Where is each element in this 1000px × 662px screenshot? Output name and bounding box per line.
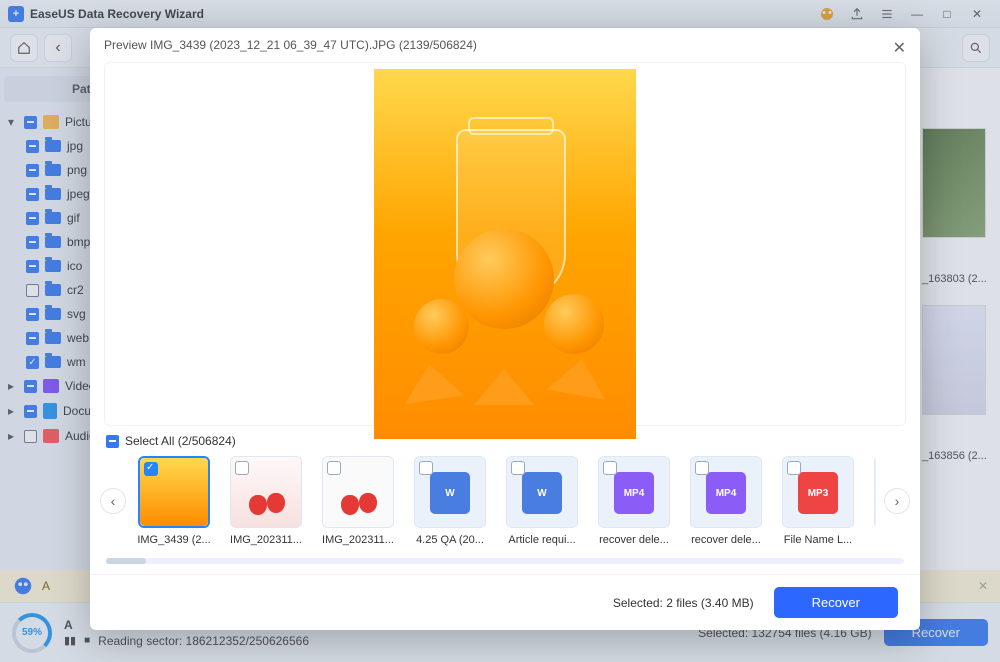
strip-thumbnail: MP4: [598, 456, 670, 528]
strip-label: 4.25 QA (20...: [410, 534, 490, 546]
thumbnail-strip: ‹ IMG_3439 (2... IMG_202311... IMG_202311.…: [90, 456, 920, 552]
strip-label: Article requi...: [502, 534, 582, 546]
strip-thumbnail: W: [414, 456, 486, 528]
strip-item[interactable]: MP3 File Name L...: [778, 456, 858, 546]
strip-item[interactable]: MP3 File Name L...: [870, 456, 876, 546]
strip-thumbnail: MP4: [690, 456, 762, 528]
modal-close-button[interactable]: ✕: [893, 38, 906, 58]
mp4-icon: MP4: [614, 472, 654, 514]
strip-checkbox[interactable]: [787, 461, 801, 475]
strip-label: recover dele...: [686, 534, 766, 546]
strip-checkbox[interactable]: [327, 461, 341, 475]
strip-item[interactable]: IMG_3439 (2...: [134, 456, 214, 546]
mp3-icon: MP3: [798, 472, 838, 514]
strip-checkbox[interactable]: [144, 462, 158, 476]
preview-area: [104, 62, 906, 426]
word-icon: W: [430, 472, 470, 514]
strip-thumbnail: W: [506, 456, 578, 528]
preview-modal: Preview IMG_3439 (2023_12_21 06_39_47 UT…: [90, 28, 920, 630]
strip-item[interactable]: IMG_202311...: [226, 456, 306, 546]
strip-checkbox[interactable]: [235, 461, 249, 475]
preview-image: [374, 69, 636, 439]
strip-label: IMG_3439 (2...: [134, 534, 214, 546]
word-icon: W: [522, 472, 562, 514]
strip-prev-button[interactable]: ‹: [100, 488, 126, 514]
modal-recover-button[interactable]: Recover: [774, 587, 898, 618]
strip-thumbnail: [230, 456, 302, 528]
modal-title: Preview IMG_3439 (2023_12_21 06_39_47 UT…: [90, 28, 920, 62]
strip-scrollbar[interactable]: [106, 558, 904, 564]
strip-item[interactable]: MP4 recover dele...: [686, 456, 766, 546]
modal-selected-summary: Selected: 2 files (3.40 MB): [613, 596, 754, 610]
strip-item[interactable]: W Article requi...: [502, 456, 582, 546]
select-all-checkbox[interactable]: [106, 435, 119, 448]
modal-footer: Selected: 2 files (3.40 MB) Recover: [90, 574, 920, 630]
strip-thumbnail: MP3: [782, 456, 854, 528]
strip-checkbox[interactable]: [511, 461, 525, 475]
strip-label: File Name L...: [870, 534, 876, 546]
strip-label: recover dele...: [594, 534, 674, 546]
strip-checkbox[interactable]: [419, 461, 433, 475]
strip-thumbnail: [138, 456, 210, 528]
strip-item[interactable]: W 4.25 QA (20...: [410, 456, 490, 546]
strip-thumbnail: [322, 456, 394, 528]
strip-label: IMG_202311...: [226, 534, 306, 546]
strip-label: File Name L...: [778, 534, 858, 546]
strip-next-button[interactable]: ›: [884, 488, 910, 514]
strip-thumbnail: MP3: [874, 456, 876, 528]
strip-label: IMG_202311...: [318, 534, 398, 546]
strip-item[interactable]: MP4 recover dele...: [594, 456, 674, 546]
strip-checkbox[interactable]: [695, 461, 709, 475]
strip-item[interactable]: IMG_202311...: [318, 456, 398, 546]
mp4-icon: MP4: [706, 472, 746, 514]
strip-checkbox[interactable]: [603, 461, 617, 475]
select-all-label: Select All (2/506824): [125, 434, 236, 448]
